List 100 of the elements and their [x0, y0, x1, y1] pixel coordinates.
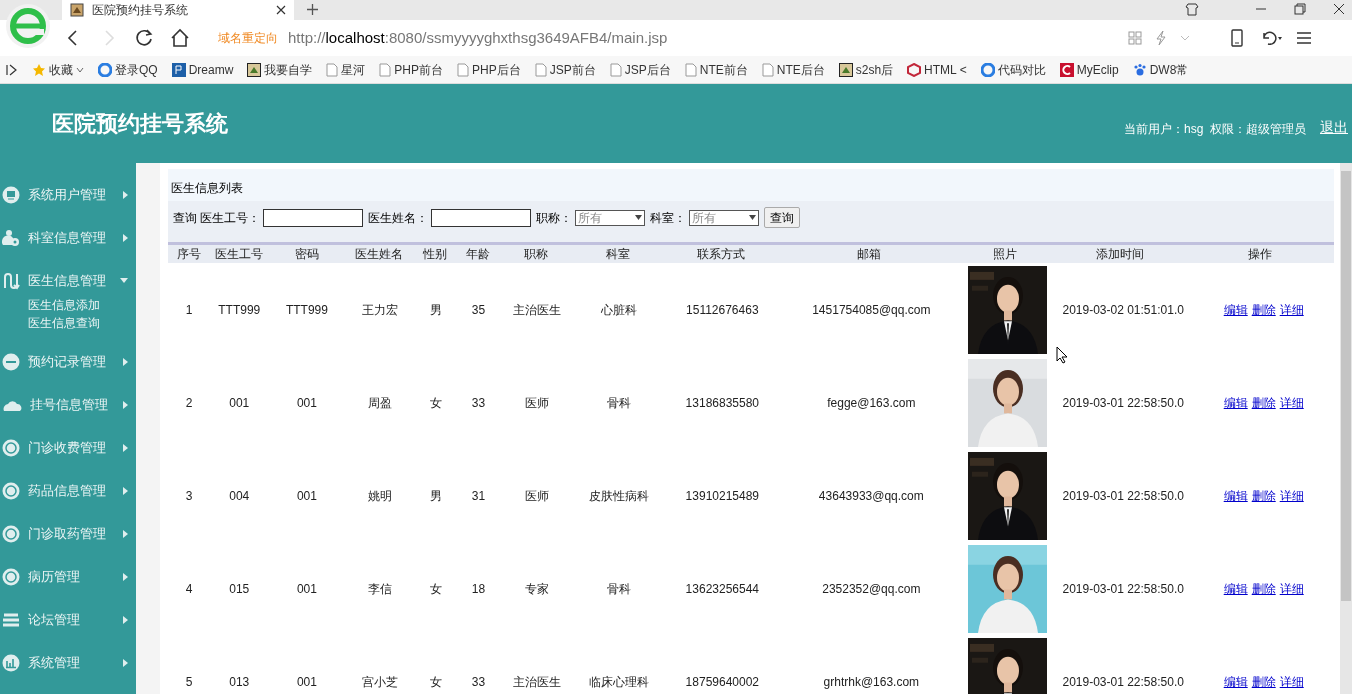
bookmark[interactable]: DW8常	[1132, 60, 1189, 79]
table-cell: 医师	[524, 488, 549, 503]
bookmark[interactable]: Dreamw	[171, 60, 234, 79]
menu-icon[interactable]	[1296, 31, 1312, 45]
reload-icon[interactable]	[134, 28, 154, 48]
column-header: 序号	[177, 246, 201, 263]
close-icon[interactable]	[1332, 2, 1346, 16]
table-cell: 18	[471, 581, 486, 596]
table-cell: 男	[429, 302, 442, 317]
table-cell: 女	[429, 395, 442, 410]
table-cell: 主治医生	[512, 302, 561, 317]
column-header: 密码	[294, 246, 319, 263]
column-header: 医生姓名	[355, 246, 403, 263]
page-icon	[761, 62, 774, 77]
scrollbar[interactable]	[1340, 163, 1352, 694]
hexagon-icon	[907, 62, 922, 77]
caret-right-icon	[123, 529, 128, 538]
action-link[interactable]: 删除	[1251, 674, 1276, 689]
field-label: 职称：	[536, 209, 572, 227]
page-icon	[609, 62, 622, 77]
browser-tab[interactable]: 医院预约挂号系统	[62, 0, 294, 20]
bookmark[interactable]: NTE后台	[761, 60, 825, 79]
action-link[interactable]: 详细	[1279, 302, 1304, 317]
table-cell: 女	[429, 674, 442, 689]
action-link[interactable]: 详细	[1279, 395, 1304, 410]
field-label: 医生姓名：	[368, 209, 428, 227]
action-link[interactable]: 编辑	[1223, 302, 1248, 317]
table-cell: TTT999	[285, 302, 328, 317]
action-link[interactable]: 编辑	[1223, 581, 1248, 596]
column-header: 科室	[606, 246, 630, 263]
lightning-icon[interactable]	[1154, 30, 1168, 46]
column-header: 联系方式	[696, 246, 745, 263]
address-field[interactable]: http://localhost:8080/ssmyyyyghxthsg3649AFB4/main.jsp	[288, 26, 1128, 50]
new-tab-icon[interactable]	[306, 3, 319, 16]
shirt-icon[interactable]	[1185, 2, 1199, 16]
action-link[interactable]: 编辑	[1223, 488, 1248, 503]
sidebar-toggle-icon[interactable]	[6, 63, 18, 76]
action-link[interactable]: 详细	[1279, 488, 1304, 503]
search-button[interactable]: 查询	[764, 207, 800, 228]
table-cell: 骨科	[607, 581, 632, 596]
select-field[interactable]: 所有	[575, 209, 645, 226]
column-header: 照片	[993, 246, 1017, 263]
bookmark[interactable]: PHP前台	[379, 60, 444, 79]
table-cell: 心脏科	[601, 302, 638, 317]
table-cell: 2019-03-01 22:58:50.0	[1062, 581, 1184, 596]
tablet-icon[interactable]	[1230, 29, 1244, 47]
bookmark[interactable]: 我要自学	[247, 60, 313, 79]
caret-down-icon	[120, 277, 128, 284]
page-icon	[379, 62, 392, 77]
input-field[interactable]	[431, 208, 531, 227]
action-link[interactable]: 删除	[1251, 488, 1276, 503]
column-header: 性别	[423, 246, 447, 263]
action-link[interactable]: 详细	[1279, 674, 1304, 689]
close-icon[interactable]	[276, 5, 286, 15]
bookmark[interactable]: MyEclip	[1059, 60, 1119, 79]
table-cell: 李信	[367, 581, 392, 596]
column-header: 职称	[523, 246, 548, 263]
bookmark[interactable]: PHP后台	[457, 60, 521, 79]
table-cell: 专家	[524, 581, 549, 596]
bookmark[interactable]: HTML <	[907, 60, 967, 79]
square-logo-icon	[1059, 62, 1074, 77]
table-cell: 31	[471, 488, 486, 503]
square-logo-icon	[171, 62, 186, 77]
bookmark[interactable]: 星河	[326, 60, 366, 79]
table-cell: 3	[185, 488, 193, 503]
bookmark[interactable]: 代码对比	[980, 60, 1046, 79]
bookmark[interactable]: NTE前台	[684, 60, 748, 79]
action-link[interactable]: 详细	[1279, 581, 1304, 596]
restore-icon[interactable]	[1293, 2, 1307, 16]
home-icon[interactable]	[170, 28, 190, 48]
action-link[interactable]: 删除	[1251, 581, 1276, 596]
dropdown-arrow-icon	[749, 215, 756, 220]
table-cell: 男	[429, 488, 442, 503]
action-link[interactable]: 删除	[1251, 395, 1276, 410]
bookmark[interactable]: 登录QQ	[98, 60, 158, 79]
table-cell: 1	[185, 302, 193, 317]
table-cell: 001	[296, 581, 317, 596]
table-cell: TTT999	[218, 302, 261, 317]
undo-icon[interactable]	[1260, 29, 1284, 47]
bookmark[interactable]: JSP后台	[609, 60, 671, 79]
input-field[interactable]	[263, 208, 363, 227]
table-cell: 2019-03-01 22:58:50.0	[1062, 488, 1184, 503]
star-icon	[32, 62, 46, 77]
table-cell: 33	[471, 395, 486, 410]
bookmark[interactable]: s2sh后	[838, 60, 894, 79]
table-cell: 2019-03-02 01:51:01.0	[1062, 302, 1184, 317]
table-cell: 001	[229, 395, 250, 410]
select-field[interactable]: 所有	[689, 209, 759, 226]
redirect-label: 域名重定向	[218, 30, 278, 47]
bookmark[interactable]: 收藏	[32, 60, 84, 79]
action-link[interactable]: 编辑	[1223, 674, 1248, 689]
table-cell: 004	[229, 488, 250, 503]
table-cell: 35	[471, 302, 486, 317]
action-link[interactable]: 编辑	[1223, 395, 1248, 410]
bookmark[interactable]: JSP前台	[534, 60, 596, 79]
back-icon[interactable]	[66, 29, 80, 47]
action-link[interactable]: 删除	[1251, 302, 1276, 317]
dropdown-arrow-icon	[635, 215, 642, 220]
caret-right-icon	[123, 400, 128, 409]
caret-right-icon	[123, 658, 128, 667]
